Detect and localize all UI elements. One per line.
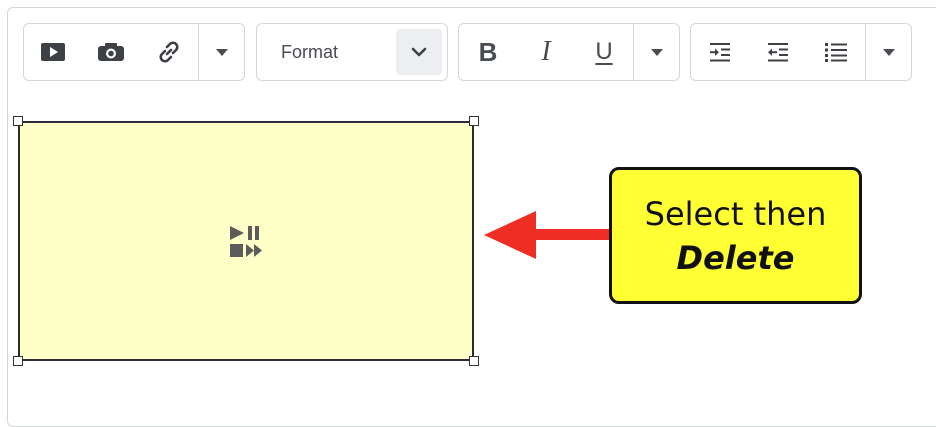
format-select[interactable]: Format [256, 23, 448, 81]
italic-button[interactable]: I [517, 24, 575, 80]
insert-image-button[interactable] [82, 24, 140, 80]
indent-icon [710, 43, 730, 62]
paragraph-more-button[interactable] [866, 24, 911, 80]
indent-button[interactable] [691, 24, 749, 80]
format-select-toggle[interactable] [396, 29, 442, 75]
insert-toolbar-group [23, 23, 245, 81]
outdent-button[interactable] [749, 24, 807, 80]
text-style-toolbar-group: B I U [458, 23, 680, 81]
resize-handle-top-left[interactable] [13, 116, 23, 126]
insert-video-button[interactable] [24, 24, 82, 80]
video-icon [41, 43, 65, 61]
link-icon [159, 41, 179, 63]
insert-more-button[interactable] [199, 24, 244, 80]
caret-down-icon [650, 48, 663, 56]
underline-label: U [595, 38, 613, 65]
resize-handle-bottom-left[interactable] [13, 356, 23, 366]
resize-handle-bottom-right[interactable] [469, 356, 479, 366]
outdent-icon [768, 43, 788, 62]
resize-handle-top-right[interactable] [469, 116, 479, 126]
bulleted-list-button[interactable] [807, 24, 865, 80]
text-style-more-button[interactable] [634, 24, 679, 80]
bulleted-list-icon [825, 43, 847, 62]
instruction-callout: Select then Delete [609, 167, 862, 304]
chevron-down-icon [411, 47, 427, 57]
italic-label: I [541, 36, 551, 67]
insert-link-button[interactable] [140, 24, 198, 80]
paragraph-toolbar-group [690, 23, 912, 81]
underline-button[interactable]: U [575, 24, 633, 80]
media-player-icon [230, 226, 262, 257]
bold-button[interactable]: B [459, 24, 517, 80]
caret-down-icon [882, 48, 895, 56]
format-select-value: Format [281, 41, 339, 62]
arrow-pointer-icon [484, 211, 615, 259]
callout-text-line2: Delete [676, 238, 795, 277]
camera-icon [98, 43, 124, 61]
callout-text-line1: Select then [644, 194, 827, 233]
bold-label: B [478, 36, 498, 67]
caret-down-icon [215, 48, 228, 56]
